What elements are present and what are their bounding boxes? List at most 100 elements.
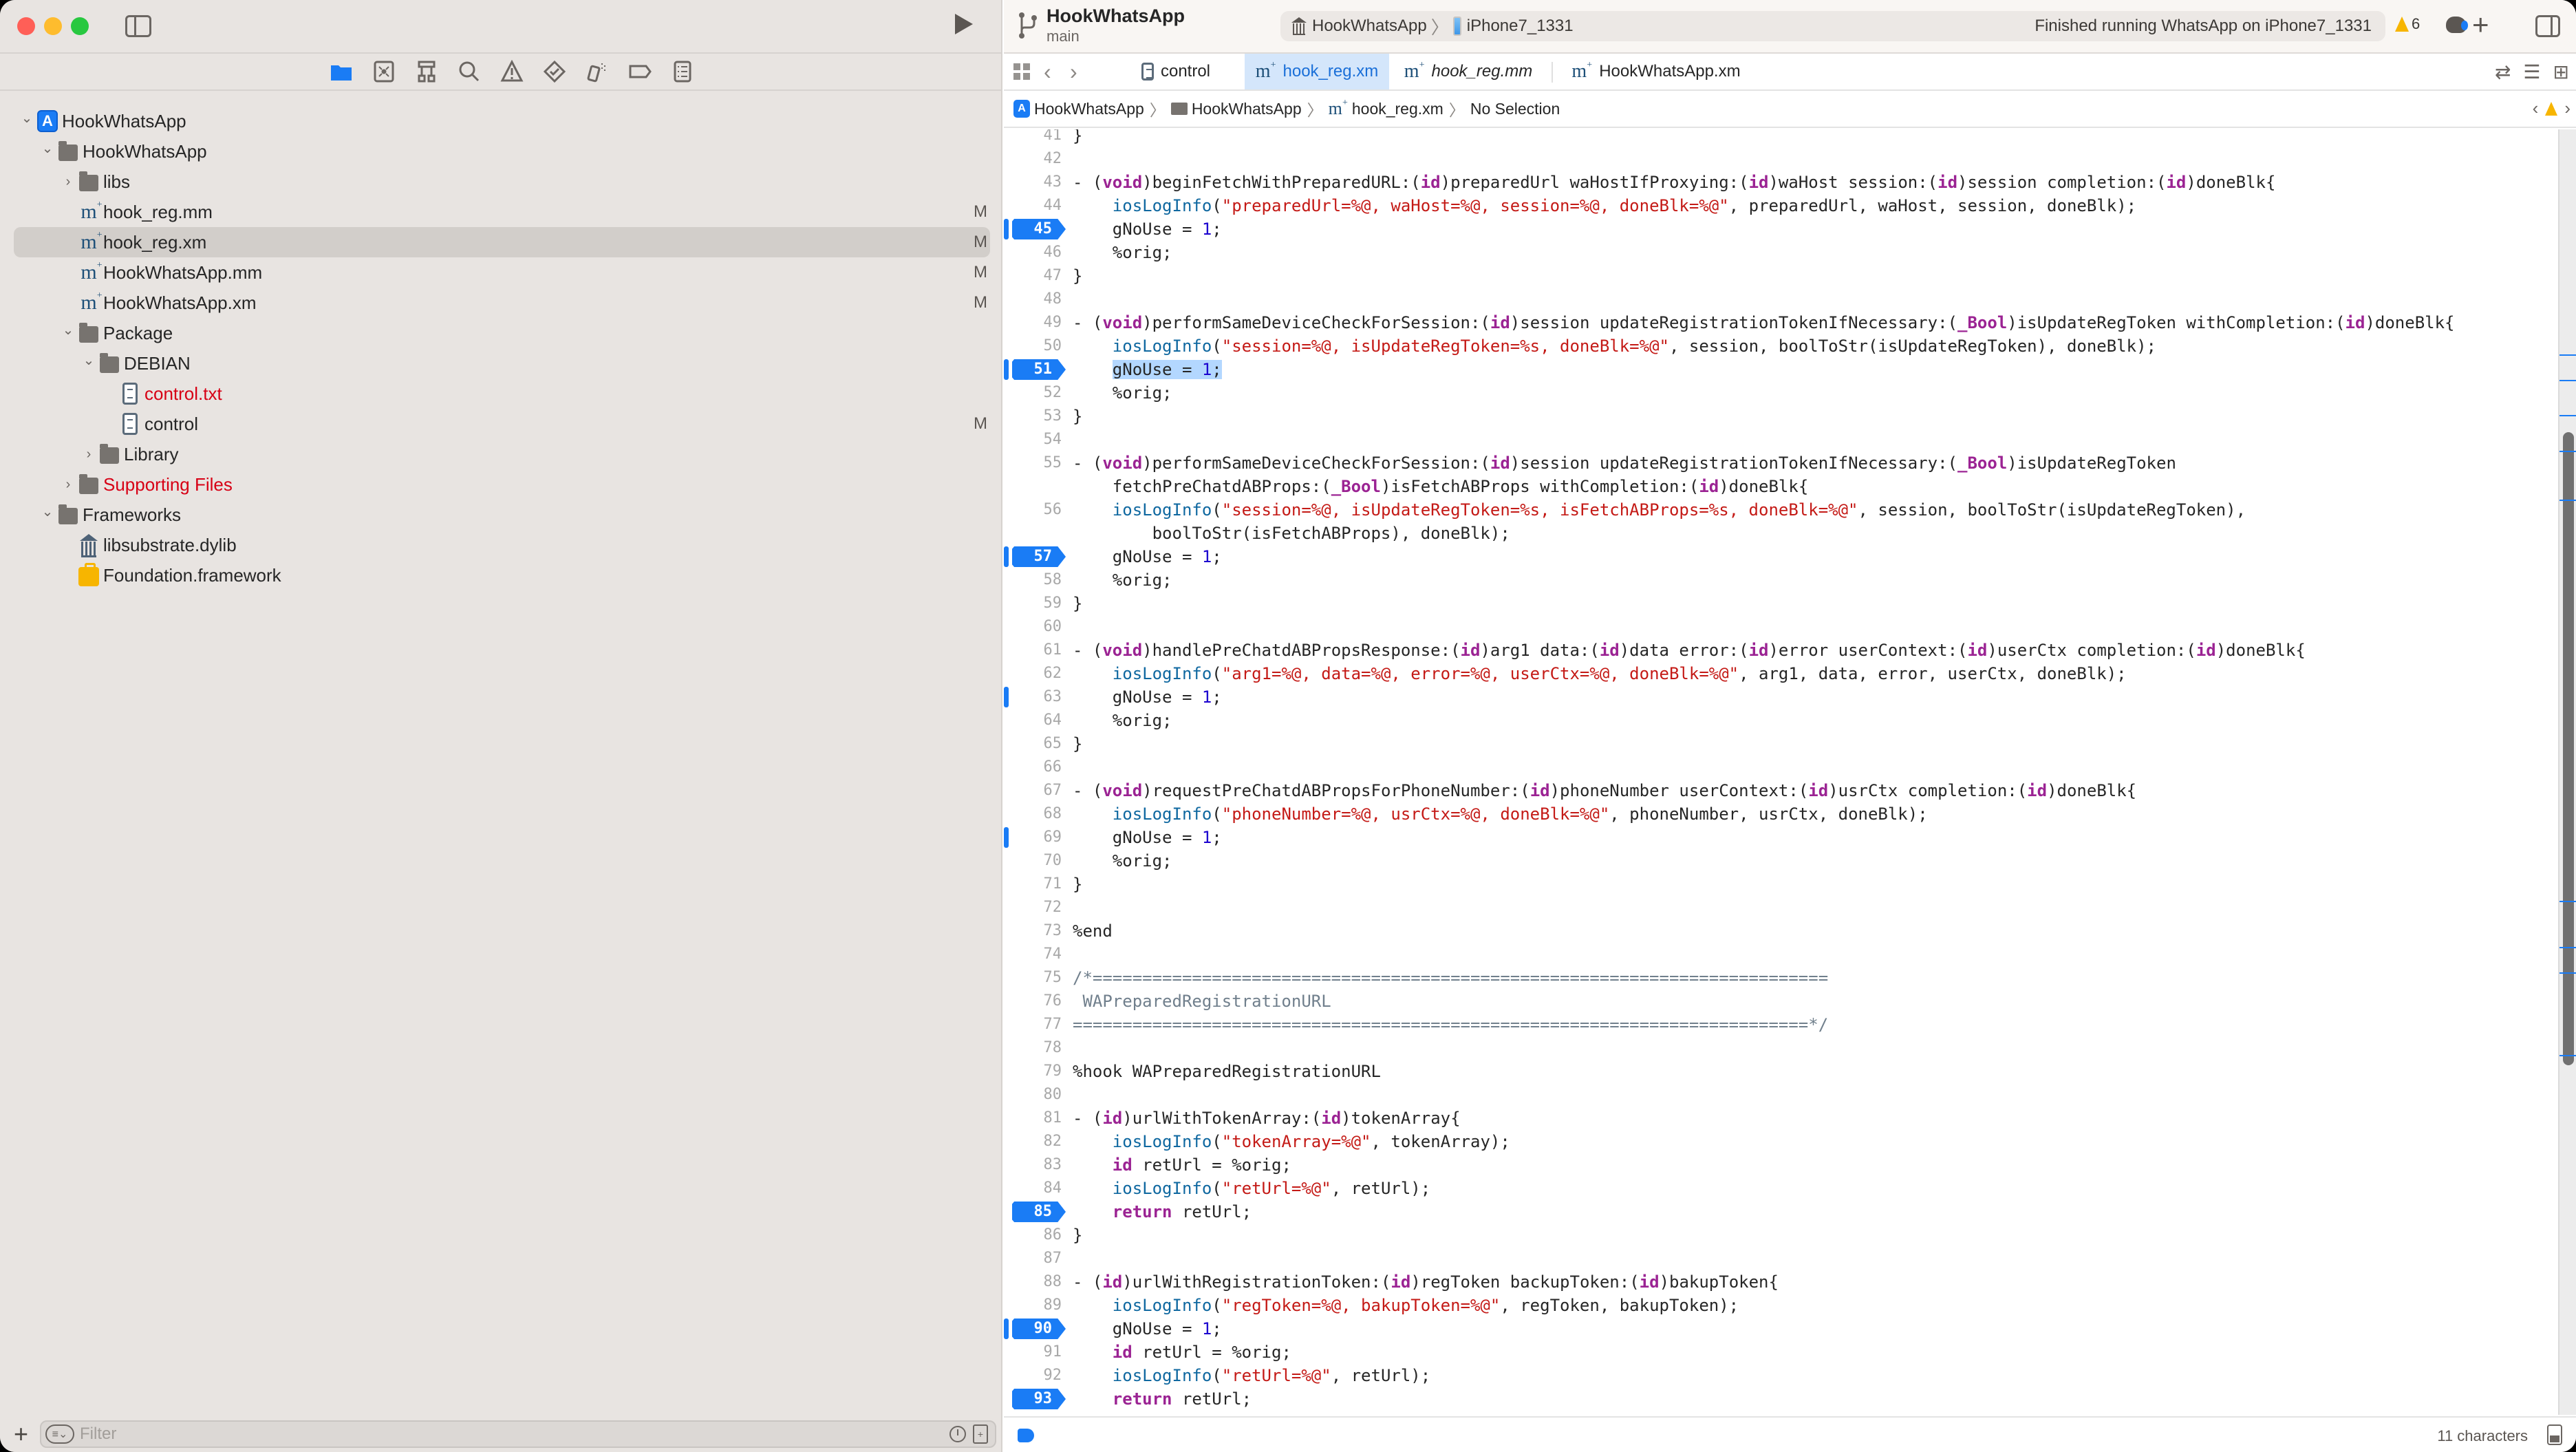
code-line[interactable]: 69 gNoUse = 1; xyxy=(1004,826,2552,849)
code-line[interactable]: 64 %orig; xyxy=(1004,709,2552,732)
debug-navigator-icon[interactable] xyxy=(585,59,610,84)
code-line[interactable]: 84 iosLogInfo("retUrl=%@", retUrl); xyxy=(1004,1177,2552,1200)
editor-tab[interactable]: control xyxy=(1121,54,1231,89)
project-navigator-folder-icon[interactable] xyxy=(329,59,354,84)
inspector-toggle-icon[interactable] xyxy=(2535,15,2560,37)
breadcrumb-symbol[interactable]: No Selection xyxy=(1470,100,1560,118)
code-line[interactable]: 61 - (void)handlePreChatdABPropsResponse:… xyxy=(1004,639,2552,662)
tree-item[interactable]: control.txt xyxy=(0,378,1002,409)
code-line[interactable]: boolToStr(isFetchABProps), doneBlk); xyxy=(1004,522,2552,545)
code-line[interactable]: 82 iosLogInfo("tokenArray=%@", tokenArra… xyxy=(1004,1130,2552,1153)
navigate-forward-icon[interactable]: › xyxy=(1070,59,1077,85)
code-line[interactable]: 59} xyxy=(1004,592,2552,615)
add-editor-icon[interactable]: ⊞ xyxy=(2553,61,2569,83)
code-line[interactable]: 74 xyxy=(1004,943,2552,966)
code-line[interactable]: 92 iosLogInfo("retUrl=%@", retUrl); xyxy=(1004,1364,2552,1387)
code-line[interactable]: fetchPreChatdABProps:(_Bool)isFetchABPro… xyxy=(1004,475,2552,498)
next-issue-icon[interactable]: › xyxy=(2564,98,2570,119)
code-line[interactable]: 79 %hook WAPreparedRegistrationURL xyxy=(1004,1060,2552,1083)
disclosure-collapsed-icon[interactable]: › xyxy=(81,447,96,462)
recent-files-clock-icon[interactable] xyxy=(949,1426,966,1442)
tree-item[interactable]: ⌄ A HookWhatsApp xyxy=(0,106,1002,136)
code-line[interactable]: 60 xyxy=(1004,615,2552,639)
disclosure-expanded-icon[interactable]: ⌄ xyxy=(40,140,55,156)
code-line[interactable]: 50 iosLogInfo("session=%@, isUpdateRegTo… xyxy=(1004,334,2552,358)
tree-item[interactable]: m + HookWhatsApp.xm M xyxy=(0,288,1002,318)
code-line[interactable]: 75 /*====================================… xyxy=(1004,966,2552,990)
test-navigator-icon[interactable] xyxy=(542,59,567,84)
navigator-toggle-icon[interactable] xyxy=(125,15,151,37)
code-line[interactable]: 47} xyxy=(1004,264,2552,288)
code-line[interactable]: 65} xyxy=(1004,732,2552,756)
code-line[interactable]: 91 id retUrl = %orig; xyxy=(1004,1341,2552,1364)
warning-icon[interactable] xyxy=(2545,101,2558,116)
add-file-button[interactable]: + xyxy=(14,1422,28,1446)
code-line[interactable]: 41} xyxy=(1004,129,2552,147)
tree-item[interactable]: m + HookWhatsApp.mm M xyxy=(0,257,1002,288)
tree-item[interactable]: ⌄ Package xyxy=(0,318,1002,348)
code-line[interactable]: 56 iosLogInfo("session=%@, isUpdateRegTo… xyxy=(1004,498,2552,522)
code-line[interactable]: 53} xyxy=(1004,405,2552,428)
code-line[interactable]: 86} xyxy=(1004,1224,2552,1247)
disclosure-expanded-icon[interactable]: ⌄ xyxy=(40,504,55,520)
source-control-filter-icon[interactable]: + xyxy=(973,1424,988,1444)
code-line[interactable]: 54 xyxy=(1004,428,2552,451)
previous-issue-icon[interactable]: ‹ xyxy=(2533,98,2539,119)
tree-item[interactable]: ⌄ HookWhatsApp xyxy=(0,136,1002,167)
editor-options-icon[interactable]: ☰ xyxy=(2523,61,2540,83)
code-line[interactable]: 67 - (void)requestPreChatdABPropsForPhone… xyxy=(1004,779,2552,802)
close-window-button[interactable] xyxy=(17,17,35,35)
editor-tab[interactable]: m + hook_reg.xm xyxy=(1245,54,1389,89)
code-line[interactable]: 89 iosLogInfo("regToken=%@, bakupToken=%… xyxy=(1004,1294,2552,1317)
symbol-navigator-icon[interactable] xyxy=(414,59,439,84)
code-line[interactable]: 71} xyxy=(1004,873,2552,896)
library-add-button[interactable]: + xyxy=(2472,8,2489,41)
filter-input[interactable] xyxy=(80,1424,905,1444)
code-line[interactable]: 90 gNoUse = 1; xyxy=(1004,1317,2552,1341)
related-items-grid-icon[interactable] xyxy=(1013,63,1030,80)
code-line[interactable]: 57 gNoUse = 1; xyxy=(1004,545,2552,568)
breakpoint-navigator-icon[interactable] xyxy=(627,59,652,84)
zoom-window-button[interactable] xyxy=(71,17,89,35)
source-editor[interactable]: 41} 42 43 - (void)beginFetchWithPreparedURL… xyxy=(1004,129,2552,1415)
scrollbar-thumb[interactable] xyxy=(2563,432,2574,1065)
find-navigator-search-icon[interactable] xyxy=(457,59,482,84)
code-line[interactable]: 45 gNoUse = 1; xyxy=(1004,217,2552,241)
disclosure-expanded-icon[interactable]: ⌄ xyxy=(81,352,96,368)
issue-navigator-warning-icon[interactable] xyxy=(500,59,524,84)
tree-item[interactable]: ⌄ DEBIAN xyxy=(0,348,1002,378)
code-line[interactable]: 85 return retUrl; xyxy=(1004,1200,2552,1224)
code-line[interactable]: 46 %orig; xyxy=(1004,241,2552,264)
tree-item[interactable]: m + hook_reg.mm M xyxy=(0,197,1002,227)
code-line[interactable]: 80 xyxy=(1004,1083,2552,1107)
console-toggle-icon[interactable] xyxy=(2547,1424,2562,1445)
breadcrumb-project[interactable]: A HookWhatsApp xyxy=(1013,100,1144,118)
editor-tab[interactable]: m + hook_reg.mm xyxy=(1389,54,1547,89)
code-line[interactable]: 81 - (id)urlWithTokenArray:(id)tokenArray… xyxy=(1004,1107,2552,1130)
editor-tab[interactable]: m + HookWhatsApp.xm xyxy=(1560,54,1752,89)
code-line[interactable]: 48 xyxy=(1004,288,2552,311)
code-line[interactable]: 66 xyxy=(1004,756,2552,779)
code-line[interactable]: 42 xyxy=(1004,147,2552,171)
editor-scrollbar[interactable] xyxy=(2558,129,2576,1415)
code-line[interactable]: 55 - (void)performSameDeviceCheckForSessi… xyxy=(1004,451,2552,475)
tree-item[interactable]: m + hook_reg.xm M xyxy=(14,227,990,257)
code-line[interactable]: 72 xyxy=(1004,896,2552,919)
xcode-cloud-icon[interactable] xyxy=(2446,17,2468,33)
tree-item[interactable]: libsubstrate.dylib xyxy=(0,530,1002,560)
code-line[interactable]: 88 - (id)urlWithRegistrationToken:(id)reg… xyxy=(1004,1270,2552,1294)
code-review-toggle-icon[interactable]: ⇄ xyxy=(2495,61,2511,83)
code-line[interactable]: 76 WAPreparedRegistrationURL xyxy=(1004,990,2552,1013)
code-line[interactable]: 63 gNoUse = 1; xyxy=(1004,685,2552,709)
code-line[interactable]: 52 %orig; xyxy=(1004,381,2552,405)
code-line[interactable]: 68 iosLogInfo("phoneNumber=%@, usrCtx=%@… xyxy=(1004,802,2552,826)
filter-options-icon[interactable]: ≡⌄ xyxy=(45,1424,74,1444)
report-navigator-icon[interactable] xyxy=(670,59,695,84)
disclosure-expanded-icon[interactable]: ⌄ xyxy=(61,322,76,338)
disclosure-expanded-icon[interactable]: ⌄ xyxy=(19,110,34,126)
device-selector[interactable]: iPhone7_1331 xyxy=(1452,17,1574,36)
code-line[interactable]: 87 xyxy=(1004,1247,2552,1270)
code-line[interactable]: 73 %end xyxy=(1004,919,2552,943)
breadcrumb-file[interactable]: m + hook_reg.xm xyxy=(1329,98,1443,118)
tree-item[interactable]: ⌄ Frameworks xyxy=(0,500,1002,530)
